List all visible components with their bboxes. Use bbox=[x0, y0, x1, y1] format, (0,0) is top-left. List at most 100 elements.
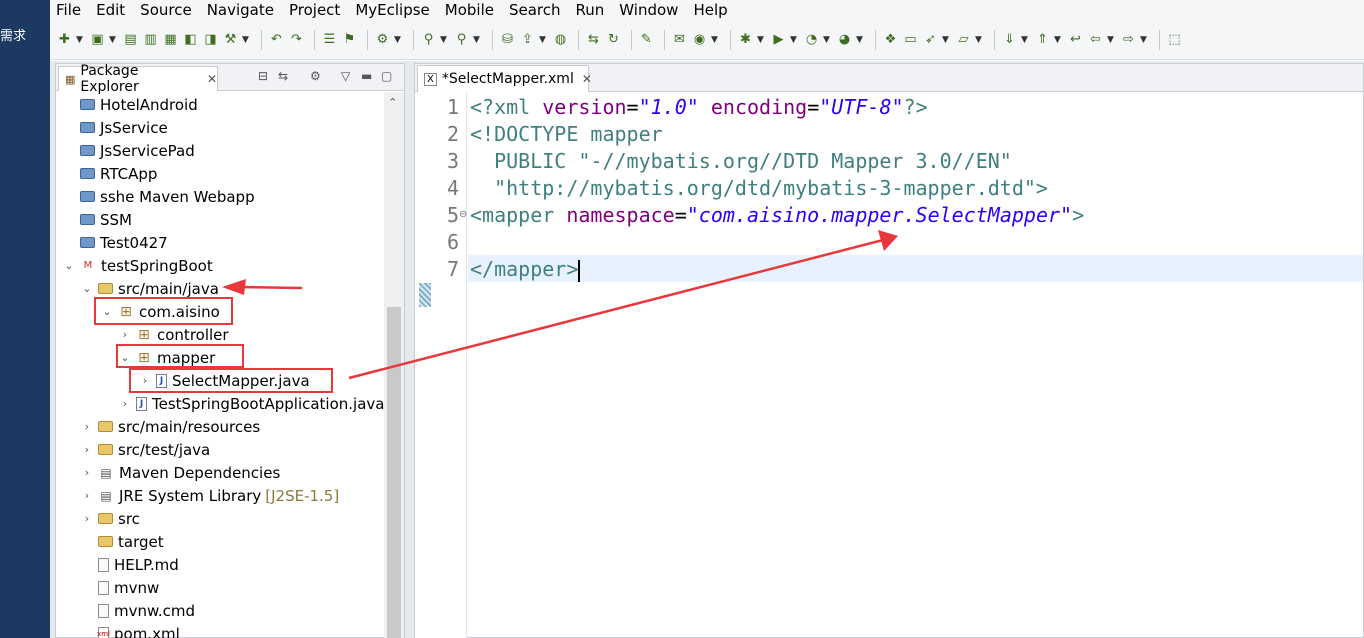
open-type-icon[interactable]: ❖ bbox=[882, 31, 899, 48]
coverage-dropdown-icon[interactable]: ▼ bbox=[823, 35, 831, 45]
refresh-icon[interactable]: ↻ bbox=[605, 31, 622, 48]
tree-item[interactable]: SSM bbox=[80, 208, 132, 231]
tree-item[interactable]: › src/main/resources bbox=[80, 415, 260, 438]
tree-item[interactable]: HELP.md bbox=[98, 553, 179, 576]
tree-item[interactable]: target bbox=[98, 530, 164, 553]
back-icon[interactable]: ⇦ bbox=[1087, 31, 1104, 48]
tree-item[interactable]: mvnw.cmd bbox=[98, 599, 195, 622]
server-icon[interactable]: ◧ bbox=[182, 31, 199, 48]
tree-item[interactable]: Test0427 bbox=[80, 231, 168, 254]
forward-icon[interactable]: ⇨ bbox=[1120, 31, 1137, 48]
tree-item-testspringboot[interactable]: ⌄ MtestSpringBoot bbox=[62, 254, 212, 277]
folder-dropdown-icon[interactable]: ▼ bbox=[975, 35, 983, 45]
menu-file[interactable]: File bbox=[56, 1, 81, 19]
minimize-icon[interactable]: ▬ bbox=[361, 69, 372, 83]
tree-item[interactable]: sshe Maven Webapp bbox=[80, 185, 255, 208]
export-icon[interactable]: ⇪ bbox=[519, 31, 536, 48]
scroll-up-icon[interactable]: ⌃ bbox=[388, 96, 397, 109]
mail-icon[interactable]: ✉ bbox=[671, 31, 688, 48]
web-dropdown-icon[interactable]: ▼ bbox=[394, 35, 402, 45]
menu-edit[interactable]: Edit bbox=[96, 1, 125, 19]
last-edit-icon[interactable]: ↩ bbox=[1067, 31, 1084, 48]
menu-help[interactable]: Help bbox=[693, 1, 727, 19]
build-icon[interactable]: ⚒ bbox=[222, 31, 239, 48]
tree-item-com-aisino[interactable]: ⌄ ⊞ com.aisino bbox=[100, 300, 219, 323]
launch-dropdown-icon[interactable]: ▼ bbox=[711, 35, 719, 45]
close-icon[interactable]: ✕ bbox=[582, 72, 592, 86]
tree-item[interactable]: JsService bbox=[80, 116, 168, 139]
chevron-right-icon[interactable]: › bbox=[80, 512, 94, 525]
debug-icon[interactable]: ✱ bbox=[737, 31, 754, 48]
run-icon[interactable]: ▶ bbox=[770, 31, 787, 48]
tree-item[interactable]: › src/test/java bbox=[80, 438, 210, 461]
tree-item[interactable]: HotelAndroid bbox=[80, 93, 198, 116]
tree-item-selectmapper-java[interactable]: › J SelectMapper.java bbox=[138, 369, 310, 392]
tree-item[interactable]: › J TestSpringBootApplication.java bbox=[118, 392, 384, 415]
chevron-right-icon[interactable]: › bbox=[80, 466, 94, 479]
tree-item[interactable]: mvnw bbox=[98, 576, 159, 599]
coverage-icon[interactable]: ◔ bbox=[803, 31, 820, 48]
maximize-icon[interactable]: ▢ bbox=[381, 69, 392, 83]
tree-item[interactable]: xml pom.xml bbox=[97, 622, 180, 638]
chevron-right-icon[interactable]: › bbox=[118, 397, 132, 410]
menu-window[interactable]: Window bbox=[619, 1, 678, 19]
chevron-down-icon[interactable]: ⌄ bbox=[100, 305, 114, 318]
chevron-down-icon[interactable]: ⌄ bbox=[118, 351, 132, 364]
menu-myeclipse[interactable]: MyEclipse bbox=[355, 1, 429, 19]
open-folder-icon[interactable]: ▭ bbox=[902, 31, 919, 48]
tree-item[interactable]: JsServicePad bbox=[80, 139, 195, 162]
new-wizard-icon[interactable]: ▣ bbox=[89, 31, 106, 48]
globe-icon[interactable]: ◍ bbox=[552, 31, 569, 48]
datasource-icon[interactable]: ⛁ bbox=[499, 31, 516, 48]
pin-editor-icon[interactable]: ⬚ bbox=[1166, 31, 1183, 48]
tab-package-explorer[interactable]: ▦ Package Explorer ✕ bbox=[58, 63, 218, 95]
rocket-dropdown-icon[interactable]: ▼ bbox=[942, 35, 950, 45]
save-icon[interactable]: ▤ bbox=[122, 31, 139, 48]
save-all-icon[interactable]: ▥ bbox=[142, 31, 159, 48]
chevron-right-icon[interactable]: › bbox=[118, 328, 132, 341]
prev-annotation-icon[interactable]: ⇑ bbox=[1034, 31, 1051, 48]
menu-source[interactable]: Source bbox=[140, 1, 192, 19]
chevron-right-icon[interactable]: › bbox=[80, 489, 94, 502]
new-dropdown-icon[interactable]: ▼ bbox=[76, 35, 84, 45]
chevron-down-icon[interactable]: ⌄ bbox=[62, 259, 76, 272]
export-dropdown-icon[interactable]: ▼ bbox=[539, 35, 547, 45]
folder-open-icon[interactable]: ▱ bbox=[955, 31, 972, 48]
view-menu-icon[interactable]: ▽ bbox=[341, 69, 350, 83]
tree-item-src-main-java[interactable]: ⌄ src/main/java bbox=[80, 277, 219, 300]
external-dropdown-icon[interactable]: ▼ bbox=[856, 35, 864, 45]
deploy-icon[interactable]: ◨ bbox=[202, 31, 219, 48]
new-icon[interactable]: ✚ bbox=[56, 31, 73, 48]
wizard-dropdown-icon[interactable]: ▼ bbox=[109, 35, 117, 45]
chevron-right-icon[interactable]: › bbox=[80, 420, 94, 433]
back-dropdown-icon[interactable]: ▼ bbox=[1107, 35, 1115, 45]
pin-icon[interactable]: ✎ bbox=[638, 31, 655, 48]
tree-item[interactable]: › ▤ Maven Dependencies bbox=[80, 461, 280, 484]
rocket-icon[interactable]: ➶ bbox=[922, 31, 939, 48]
tree-item[interactable]: RTCApp bbox=[80, 162, 157, 185]
annotation-next-icon[interactable]: ↷ bbox=[288, 31, 305, 48]
explorer-scrollbar[interactable]: ⌃ bbox=[384, 92, 404, 638]
tree-item-controller[interactable]: › ⊞ controller bbox=[118, 323, 229, 346]
collapse-all-icon[interactable]: ⊟ bbox=[258, 69, 268, 83]
launch-icon[interactable]: ◉ bbox=[691, 31, 708, 48]
print-icon[interactable]: ▦ bbox=[162, 31, 179, 48]
menu-navigate[interactable]: Navigate bbox=[207, 1, 274, 19]
next-annotation-dropdown-icon[interactable]: ▼ bbox=[1021, 35, 1029, 45]
prev-annotation-dropdown-icon[interactable]: ▼ bbox=[1054, 35, 1062, 45]
web-icon[interactable]: ⚙ bbox=[374, 31, 391, 48]
menu-mobile[interactable]: Mobile bbox=[445, 1, 494, 19]
tree-item-mapper[interactable]: ⌄ ⊞ mapper bbox=[118, 346, 215, 369]
run-dropdown-icon[interactable]: ▼ bbox=[790, 35, 798, 45]
tree-item[interactable]: › src bbox=[80, 507, 140, 530]
search-icon[interactable]: ⚲ bbox=[420, 31, 437, 48]
fold-icon[interactable]: ⊖ bbox=[459, 209, 467, 220]
find-dropdown-icon[interactable]: ▼ bbox=[473, 35, 481, 45]
link-with-editor-icon[interactable]: ⇆ bbox=[278, 69, 288, 83]
build-dropdown-icon[interactable]: ▼ bbox=[242, 35, 250, 45]
task-icon[interactable]: ☰ bbox=[321, 31, 338, 48]
find-icon[interactable]: ⚲ bbox=[453, 31, 470, 48]
forward-dropdown-icon[interactable]: ▼ bbox=[1140, 35, 1148, 45]
search-dropdown-icon[interactable]: ▼ bbox=[440, 35, 448, 45]
bookmark-icon[interactable]: ⚑ bbox=[341, 31, 358, 48]
